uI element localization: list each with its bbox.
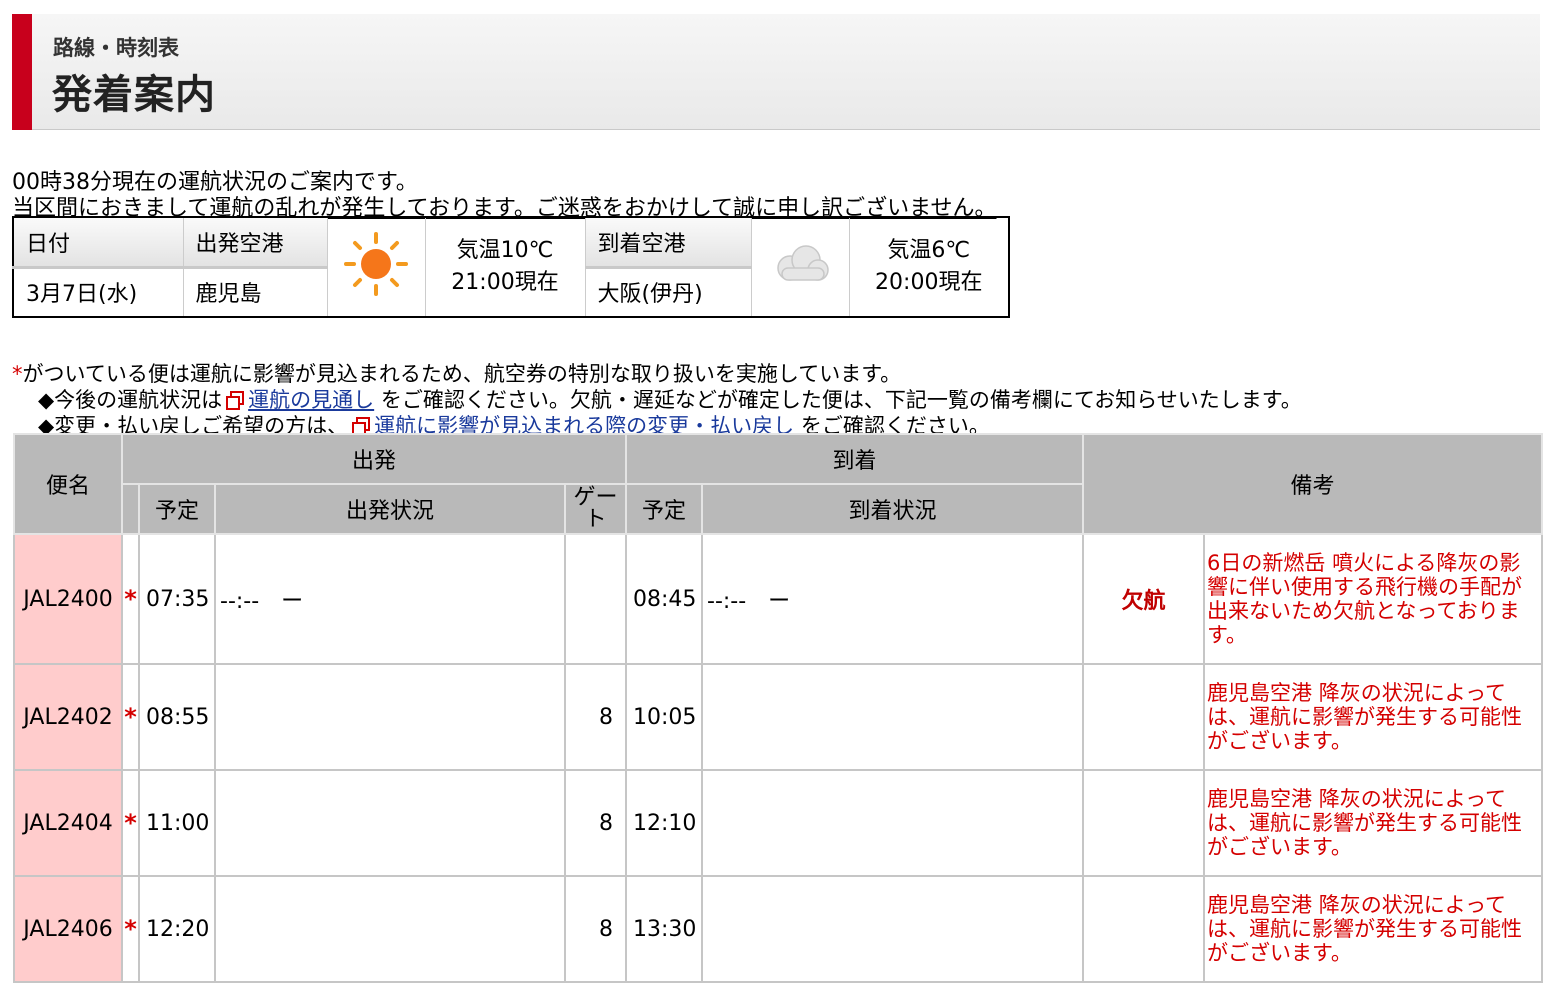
- flight-status: 欠航: [1082, 533, 1206, 665]
- col-arr-status: 到着状況: [701, 483, 1085, 535]
- col-dep-status: 出発状況: [214, 483, 566, 535]
- arr-scheduled: 10:05: [625, 663, 704, 771]
- flight-remark: 鹿児島空港 降灰の状況によっては、運航に影響が発生する可能性がございます。: [1203, 769, 1544, 877]
- arr-scheduled: 13:30: [625, 875, 704, 983]
- arr-temperature: 気温6℃: [887, 238, 971, 263]
- date-value: 3月7日(水): [12, 266, 184, 318]
- arr-status: --:-- ー: [701, 533, 1085, 665]
- cloud-icon: [777, 245, 829, 281]
- gate-number: 8: [563, 875, 628, 983]
- dep-temp-cell: 気温10℃ 21:00現在: [424, 216, 586, 318]
- table-row: JAL2402 * 08:55 8 10:05 鹿児島空港 降灰の状況によっては、運航に影…: [13, 663, 1544, 771]
- flight-mark: *: [121, 769, 140, 877]
- arr-weather-cell: [750, 216, 850, 318]
- dep-airport-value: 鹿児島: [182, 266, 328, 318]
- col-remarks: 備考: [1082, 433, 1544, 535]
- dep-status: --:-- ー: [214, 533, 566, 665]
- sun-icon: [344, 232, 408, 296]
- flight-status: [1082, 663, 1206, 771]
- dep-status: [214, 875, 566, 983]
- arr-airport-label: 到着空港: [584, 216, 752, 269]
- col-arr-sched: 予定: [625, 483, 704, 535]
- arr-airport-value: 大阪(伊丹): [584, 266, 752, 318]
- flight-mark: *: [121, 663, 140, 771]
- flight-status: [1082, 769, 1206, 877]
- gate-number: [563, 533, 628, 665]
- col-departure: 出発: [120, 433, 628, 485]
- flight-remark: 鹿児島空港 降灰の状況によっては、運航に影響が発生する可能性がございます。: [1203, 875, 1544, 983]
- remark-text: 鹿児島空港 降灰の状況によっては、運航に影響が発生する可能性がございます。: [1207, 681, 1523, 753]
- header-subtitle: 路線・時刻表: [53, 36, 179, 60]
- dep-temp-time: 21:00現在: [451, 270, 559, 295]
- dep-scheduled: 08:55: [138, 663, 216, 771]
- dep-airport-label: 出発空港: [182, 216, 328, 269]
- dep-weather-cell: [326, 216, 426, 318]
- bullet-outlook-pre: ◆今後の運航状況は: [38, 388, 223, 412]
- remark-text: 6日の新燃岳 噴火による降灰の影響に伴い使用する飛行機の手配が出来ないため欠航と…: [1207, 551, 1523, 647]
- page-header: 路線・時刻表 発着案内: [12, 14, 1540, 130]
- header-accent-bar: [12, 14, 32, 130]
- bullet-outlook-post: をご確認ください。欠航・遅延などが確定した便は、下記一覧の備考欄にてお知らせいた…: [380, 388, 1302, 412]
- col-arrival: 到着: [625, 433, 1085, 485]
- external-link-icon: [226, 391, 245, 410]
- outlook-link[interactable]: 運航の見通し: [248, 388, 374, 412]
- page-title: 発着案内: [52, 72, 216, 118]
- gate-number: 8: [563, 769, 628, 877]
- route-info-table: 日付 出発空港 気温10℃ 21:00現在 到着空港 気温6℃ 20:00現在 …: [12, 216, 1010, 318]
- dep-status: [214, 769, 566, 877]
- flight-status: [1082, 875, 1206, 983]
- gate-number: 8: [563, 663, 628, 771]
- arr-status: [701, 875, 1085, 983]
- flight-rows: JAL2400 * 07:35 --:-- ー 08:45 --:-- ー欠航 6日の新燃岳…: [13, 533, 1544, 983]
- flight-remark: 6日の新燃岳 噴火による降灰の影響に伴い使用する飛行機の手配が出来ないため欠航と…: [1203, 533, 1544, 665]
- flight-number: JAL2400: [13, 533, 123, 665]
- arr-temp-time: 20:00現在: [875, 270, 983, 295]
- arr-scheduled: 12:10: [625, 769, 704, 877]
- flight-number: JAL2406: [13, 875, 123, 983]
- flight-number: JAL2404: [13, 769, 123, 877]
- flight-table: 便名 出発 到着 備考 予定 出発状況 ゲート 予定 到着状況 JAL2400 *…: [13, 433, 1544, 983]
- flight-mark: *: [121, 875, 140, 983]
- date-label: 日付: [12, 216, 184, 269]
- arr-temp-cell: 気温6℃ 20:00現在: [848, 216, 1010, 318]
- flight-mark: *: [121, 533, 140, 665]
- remark-text: 鹿児島空港 降灰の状況によっては、運航に影響が発生する可能性がございます。: [1207, 893, 1523, 965]
- col-dep-sched: 予定: [138, 483, 216, 535]
- arr-status: [701, 769, 1085, 877]
- flight-number: JAL2402: [13, 663, 123, 771]
- col-mark: [121, 483, 140, 535]
- dep-status: [214, 663, 566, 771]
- flight-remark: 鹿児島空港 降灰の状況によっては、運航に影響が発生する可能性がございます。: [1203, 663, 1544, 771]
- notice-text: がついている便は運航に影響が見込まれるため、航空券の特別な取り扱いを実施していま…: [22, 362, 902, 386]
- remark-text: 鹿児島空港 降灰の状況によっては、運航に影響が発生する可能性がございます。: [1207, 787, 1523, 859]
- dep-scheduled: 12:20: [138, 875, 216, 983]
- external-link-icon: [352, 417, 371, 436]
- table-row: JAL2406 * 12:20 8 13:30 鹿児島空港 降灰の状況によっては、運航に影…: [13, 875, 1544, 983]
- table-row: JAL2400 * 07:35 --:-- ー 08:45 --:-- ー欠航 6日の新燃岳…: [13, 533, 1544, 665]
- col-gate: ゲート: [563, 483, 628, 535]
- arr-status: [701, 663, 1085, 771]
- dep-temperature: 気温10℃: [456, 238, 554, 263]
- dep-scheduled: 07:35: [138, 533, 216, 665]
- arr-scheduled: 08:45: [625, 533, 704, 665]
- asterisk-mark: *: [12, 362, 23, 386]
- col-flight: 便名: [13, 433, 123, 535]
- table-row: JAL2404 * 11:00 8 12:10 鹿児島空港 降灰の状況によっては、運航に影…: [13, 769, 1544, 877]
- dep-scheduled: 11:00: [138, 769, 216, 877]
